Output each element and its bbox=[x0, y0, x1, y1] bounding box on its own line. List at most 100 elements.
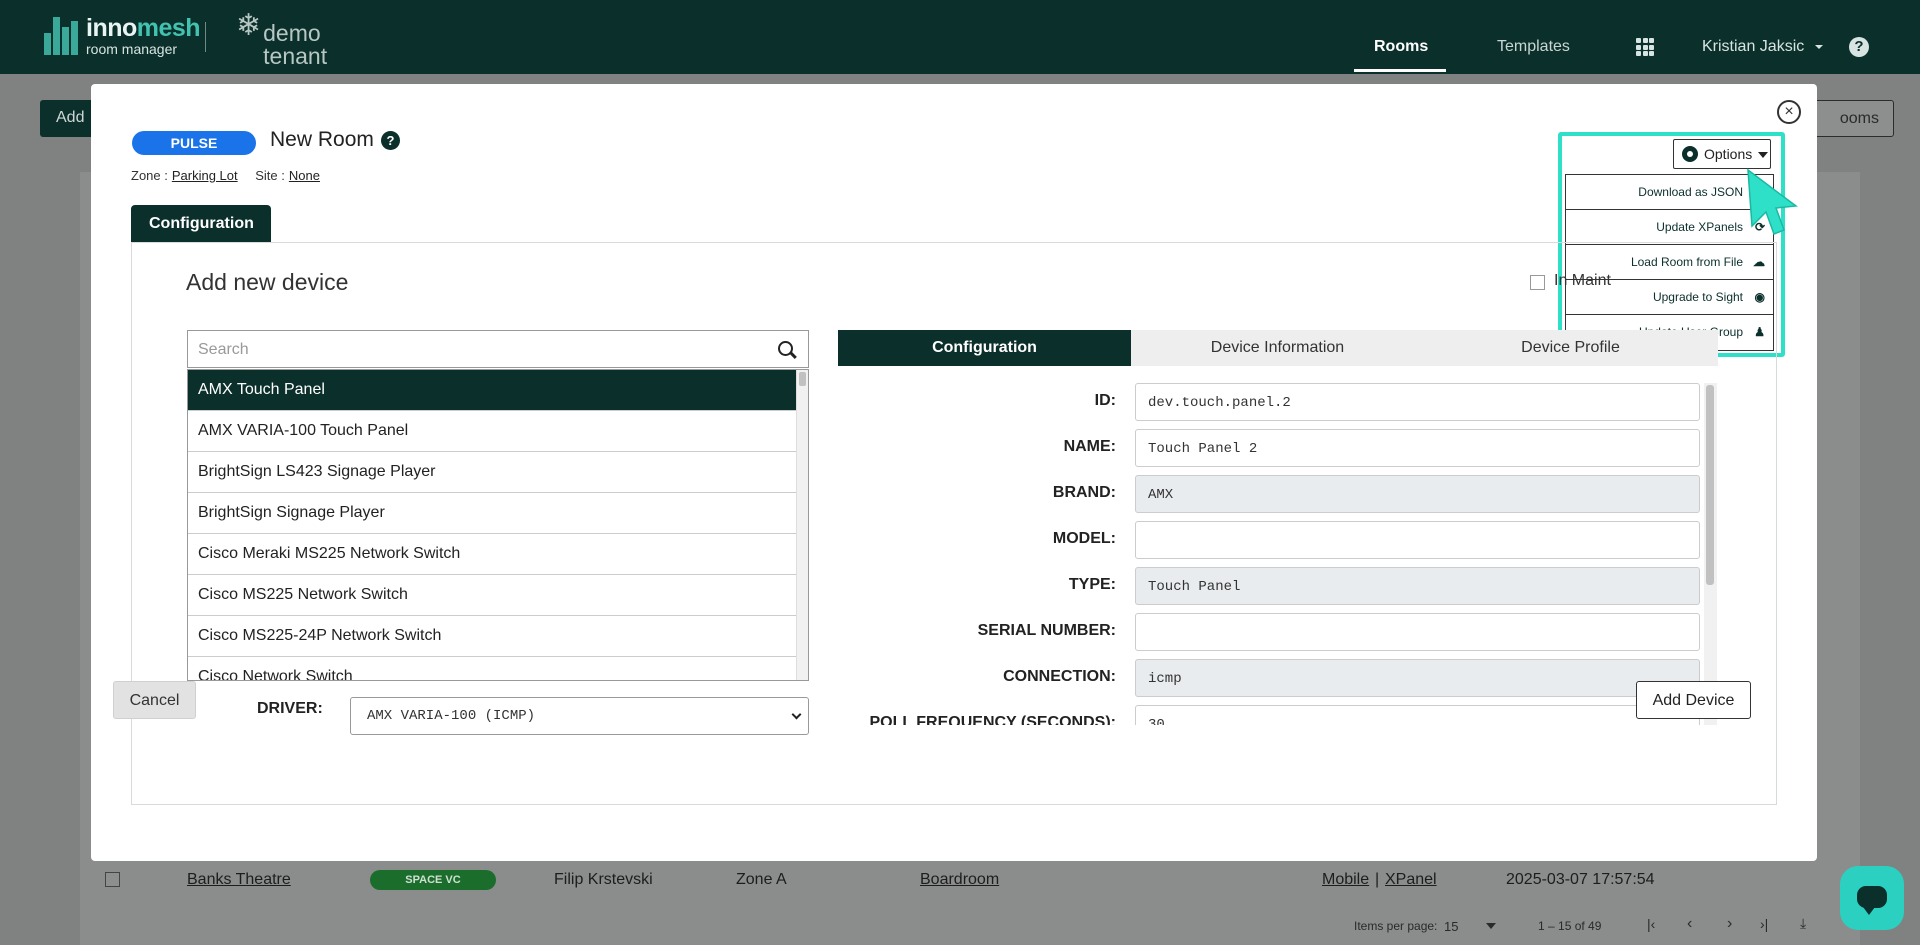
help-icon[interactable]: ? bbox=[381, 131, 400, 150]
chat-bubble-icon bbox=[1857, 886, 1887, 915]
maintenance-label: In Maint bbox=[1554, 272, 1611, 289]
field-label: CONNECTION: bbox=[1003, 668, 1116, 685]
cancel-button[interactable]: Cancel bbox=[113, 681, 196, 719]
form-row-poll: POLL FREQUENCY (SECONDS): 30 bbox=[838, 705, 1704, 725]
innomesh-logo[interactable]: innomesh room manager bbox=[44, 14, 201, 57]
search-icon[interactable] bbox=[778, 341, 793, 356]
cursor-pointer-icon bbox=[1747, 168, 1798, 235]
tab-configuration[interactable]: Configuration bbox=[131, 205, 271, 243]
connection-field: icmp bbox=[1135, 659, 1700, 697]
logo-mark-icon bbox=[44, 17, 80, 55]
driver-value: AMX VARIA-100 (ICMP) bbox=[367, 708, 536, 724]
field-label: POLL FREQUENCY (SECONDS): bbox=[869, 714, 1116, 725]
search-placeholder: Search bbox=[198, 341, 249, 358]
add-room-button[interactable]: Add bbox=[40, 100, 95, 137]
apps-grid-icon[interactable] bbox=[1636, 38, 1654, 56]
device-search-input[interactable]: Search bbox=[187, 330, 809, 368]
items-per-page-chevron-icon[interactable] bbox=[1486, 923, 1496, 929]
list-item[interactable]: BrightSign Signage Player bbox=[188, 493, 798, 534]
user-menu[interactable]: Kristian Jaksic bbox=[1702, 38, 1823, 56]
help-icon[interactable]: ? bbox=[1849, 37, 1869, 57]
driver-select[interactable]: AMX VARIA-100 (ICMP) bbox=[350, 697, 809, 735]
tab-configuration[interactable]: Configuration bbox=[838, 330, 1131, 366]
logo-divider bbox=[205, 22, 206, 52]
brand-subtitle: room manager bbox=[86, 41, 178, 57]
tab-device-profile[interactable]: Device Profile bbox=[1424, 330, 1717, 366]
site-label: Site : bbox=[255, 168, 285, 183]
close-icon[interactable]: × bbox=[1777, 100, 1801, 124]
nav-active-underline bbox=[1354, 69, 1446, 72]
chevron-down-icon bbox=[1814, 44, 1823, 49]
new-room-modal: × PULSE New Room ? Zone : Parking Lot Sit… bbox=[91, 84, 1817, 861]
snowflake-icon: ❄ bbox=[236, 9, 262, 42]
zone-label: Zone : bbox=[131, 168, 168, 183]
table-row[interactable]: Banks Theatre SPACE VC Filip Krstevski Z… bbox=[80, 862, 1860, 896]
model-field[interactable] bbox=[1135, 521, 1700, 559]
row-timestamp: 2025-03-07 17:57:54 bbox=[1506, 871, 1655, 888]
id-field[interactable]: dev.touch.panel.2 bbox=[1135, 383, 1700, 421]
brand-field: AMX bbox=[1135, 475, 1700, 513]
form-row-brand: BRAND: AMX bbox=[838, 475, 1704, 513]
device-list: AMX Touch Panel AMX VARIA-100 Touch Pane… bbox=[187, 369, 809, 681]
form-row-id: ID: dev.touch.panel.2 bbox=[838, 383, 1704, 421]
form-row-model: MODEL: bbox=[838, 521, 1704, 559]
poll-frequency-field[interactable]: 30 bbox=[1135, 705, 1700, 725]
form-scrollbar[interactable] bbox=[1704, 383, 1717, 725]
serial-number-field[interactable] bbox=[1135, 613, 1700, 651]
xpanel-link[interactable]: XPanel bbox=[1385, 871, 1437, 889]
chevron-down-icon bbox=[791, 709, 802, 720]
configuration-panel: Add new device In Maint Search AMX Touch… bbox=[131, 242, 1777, 805]
list-item[interactable]: Cisco Network Switch bbox=[188, 657, 798, 680]
nav-rooms[interactable]: Rooms bbox=[1374, 38, 1428, 56]
device-list-scrollbar[interactable] bbox=[796, 370, 808, 680]
download-icon[interactable]: ⤓ bbox=[1800, 915, 1806, 932]
list-item[interactable]: AMX VARIA-100 Touch Panel bbox=[188, 411, 798, 452]
driver-label: DRIVER: bbox=[257, 700, 323, 717]
nav-templates[interactable]: Templates bbox=[1497, 38, 1570, 56]
items-per-page-select[interactable]: 15 bbox=[1444, 919, 1458, 934]
rooms-button[interactable]: ooms bbox=[1810, 100, 1894, 137]
list-item[interactable]: BrightSign LS423 Signage Player bbox=[188, 452, 798, 493]
first-page-icon[interactable]: |‹ bbox=[1647, 916, 1655, 932]
field-label: ID: bbox=[1094, 392, 1116, 409]
top-navbar: innomesh room manager ❄ demo tenant Room… bbox=[0, 0, 1920, 74]
row-checkbox[interactable] bbox=[105, 872, 120, 887]
zone-link[interactable]: Parking Lot bbox=[172, 168, 238, 183]
field-label: MODEL: bbox=[1052, 530, 1116, 547]
name-field[interactable]: Touch Panel 2 bbox=[1135, 429, 1700, 467]
list-item[interactable]: Cisco MS225 Network Switch bbox=[188, 575, 798, 616]
mobile-link[interactable]: Mobile bbox=[1322, 871, 1369, 889]
type-field: Touch Panel bbox=[1135, 567, 1700, 605]
room-template-link[interactable]: Boardroom bbox=[920, 871, 999, 889]
form-row-name: NAME: Touch Panel 2 bbox=[838, 429, 1704, 467]
brand-name: innomesh bbox=[86, 14, 201, 42]
chat-button[interactable] bbox=[1840, 866, 1904, 930]
tenant-line-1: demo bbox=[263, 20, 321, 46]
room-owner: Filip Krstevski bbox=[554, 871, 653, 888]
tenant-logo: ❄ demo tenant bbox=[236, 9, 328, 69]
link-separator: | bbox=[1375, 871, 1380, 888]
items-per-page-label: Items per page: bbox=[1354, 919, 1438, 933]
paginator-range: 1 – 15 of 49 bbox=[1538, 919, 1602, 933]
prev-page-icon[interactable]: ‹ bbox=[1687, 915, 1692, 933]
device-tabs: Configuration Device Information Device … bbox=[838, 330, 1718, 366]
last-page-icon[interactable]: ›| bbox=[1760, 916, 1768, 932]
form-row-type: TYPE: Touch Panel bbox=[838, 567, 1704, 605]
next-page-icon[interactable]: › bbox=[1727, 915, 1732, 933]
room-type-badge: PULSE bbox=[132, 131, 256, 155]
list-item[interactable]: AMX Touch Panel bbox=[188, 370, 798, 411]
site-link[interactable]: None bbox=[289, 168, 320, 183]
form-row-connection: CONNECTION: icmp bbox=[838, 659, 1704, 697]
field-label: TYPE: bbox=[1068, 576, 1116, 593]
list-item[interactable]: Cisco Meraki MS225 Network Switch bbox=[188, 534, 798, 575]
room-name-link[interactable]: Banks Theatre bbox=[187, 871, 291, 889]
add-device-button[interactable]: Add Device bbox=[1636, 681, 1751, 719]
form-row-serial: SERIAL NUMBER: bbox=[838, 613, 1704, 651]
device-config-form: ID: dev.touch.panel.2 NAME: Touch Panel … bbox=[838, 383, 1718, 725]
tenant-line-2: tenant bbox=[263, 43, 328, 69]
tab-device-information[interactable]: Device Information bbox=[1131, 330, 1424, 366]
list-item[interactable]: Cisco MS225-24P Network Switch bbox=[188, 616, 798, 657]
table-paginator: Items per page: 15 1 – 15 of 49 |‹ ‹ › ›… bbox=[80, 905, 1860, 945]
field-label: BRAND: bbox=[1052, 484, 1116, 501]
maintenance-checkbox[interactable] bbox=[1530, 275, 1545, 290]
